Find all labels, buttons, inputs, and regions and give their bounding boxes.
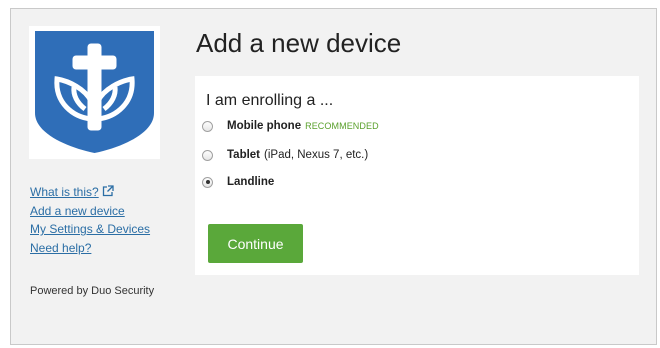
shield-logo-icon [35,31,154,153]
sidebar-links: What is this? Add a new device My Settin… [30,183,200,257]
logo [29,26,160,159]
page-title: Add a new device [196,28,402,58]
what-is-this-link[interactable]: What is this? [30,183,200,202]
add-new-device-link[interactable]: Add a new device [30,202,200,221]
device-type-panel: I am enrolling a ... Mobile phone RECOMM… [195,76,639,275]
panel-heading: I am enrolling a ... [206,92,334,109]
powered-by-text: Powered by Duo Security [30,285,155,297]
what-is-this-label: What is this? [30,185,99,199]
radio-landline[interactable] [202,176,213,188]
option-tablet[interactable]: Tablet (iPad, Nexus 7, etc.) [202,147,368,163]
my-settings-devices-link[interactable]: My Settings & Devices [30,220,200,239]
option-label: Tablet [227,149,261,161]
option-label: Mobile phone [227,120,302,132]
option-note: (iPad, Nexus 7, etc.) [264,149,369,161]
option-mobile-phone[interactable]: Mobile phone RECOMMENDED [202,118,379,134]
option-landline[interactable]: Landline [202,174,274,190]
external-link-icon [102,185,114,197]
recommended-badge: RECOMMENDED [305,121,379,131]
option-label: Landline [227,176,275,188]
need-help-link[interactable]: Need help? [30,239,200,258]
continue-button[interactable]: Continue [208,224,303,263]
radio-mobile-phone[interactable] [202,120,213,132]
radio-tablet[interactable] [202,149,213,161]
